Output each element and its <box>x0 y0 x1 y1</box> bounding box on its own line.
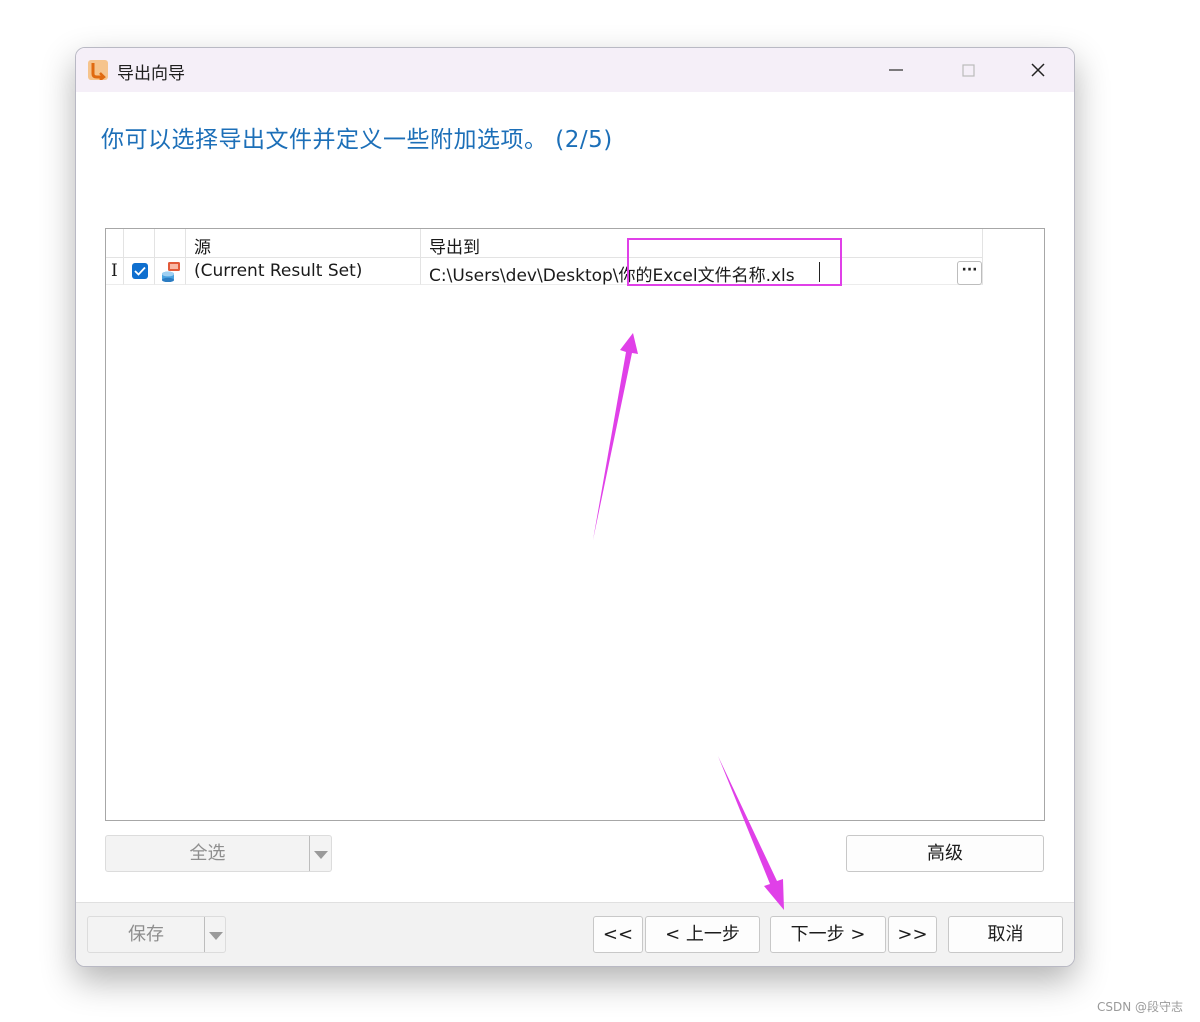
arrow-to-next-button <box>718 756 784 910</box>
watermark: CSDN @段守志 <box>1097 1000 1184 1014</box>
annotation-arrows <box>593 333 784 910</box>
arrow-to-filename <box>593 333 638 540</box>
